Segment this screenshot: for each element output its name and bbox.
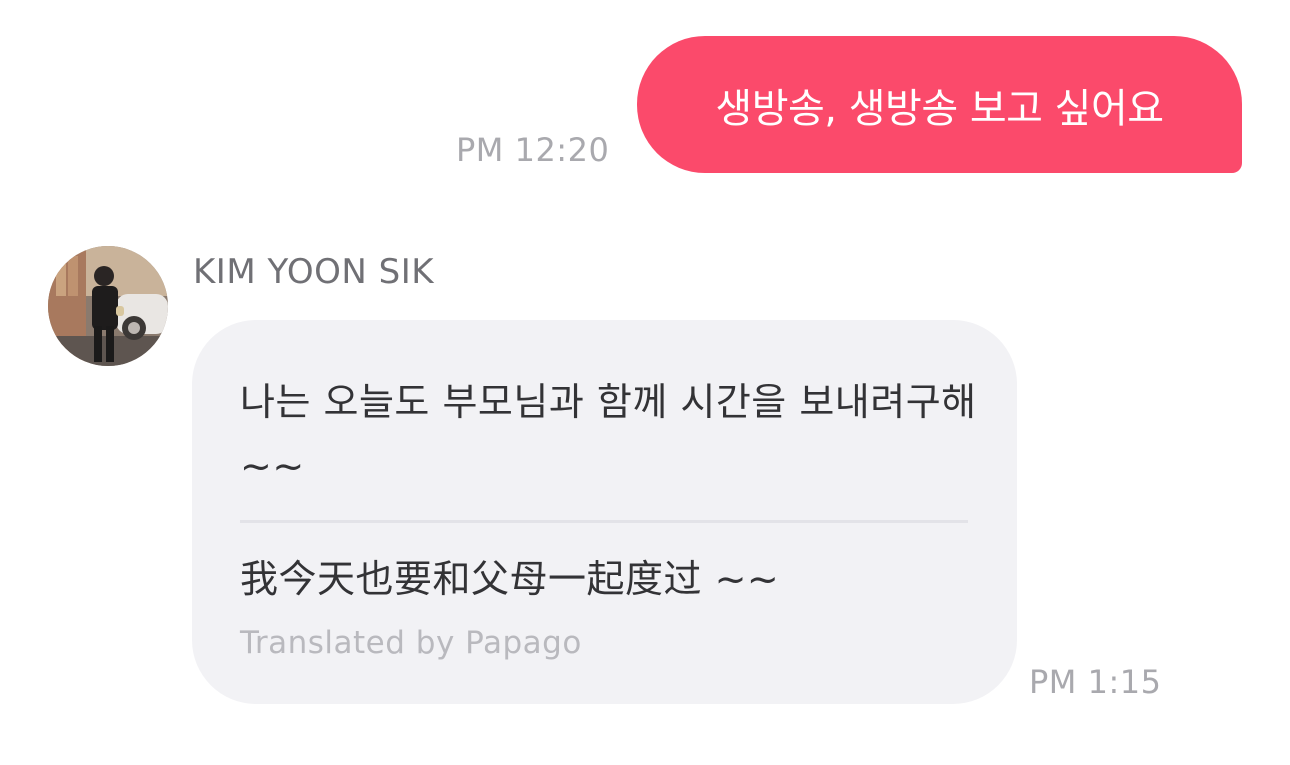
outgoing-message-bubble[interactable]: 생방송, 생방송 보고 싶어요	[637, 36, 1242, 173]
chat-view: PM 12:20 생방송, 생방송 보고 싶어요 KIM YOON SIK 나는…	[0, 0, 1290, 765]
sender-avatar[interactable]	[48, 246, 168, 366]
incoming-message-text: 나는 오늘도 부모님과 함께 시간을 보내려구해~~	[240, 380, 977, 488]
incoming-message-translation: 我今天也要和父母一起度过 ~~	[240, 557, 780, 601]
sender-name: KIM YOON SIK	[193, 252, 435, 292]
avatar-photo-icon	[48, 246, 168, 366]
outgoing-message-text: 생방송, 생방송 보고 싶어요	[715, 85, 1164, 132]
translation-divider	[240, 520, 968, 523]
outgoing-timestamp: PM 12:20	[456, 131, 610, 169]
translation-attribution: Translated by Papago	[240, 625, 582, 661]
incoming-timestamp: PM 1:15	[1029, 663, 1162, 701]
incoming-message-bubble[interactable]: 나는 오늘도 부모님과 함께 시간을 보내려구해~~ 我今天也要和父母一起度过 …	[192, 320, 1017, 704]
